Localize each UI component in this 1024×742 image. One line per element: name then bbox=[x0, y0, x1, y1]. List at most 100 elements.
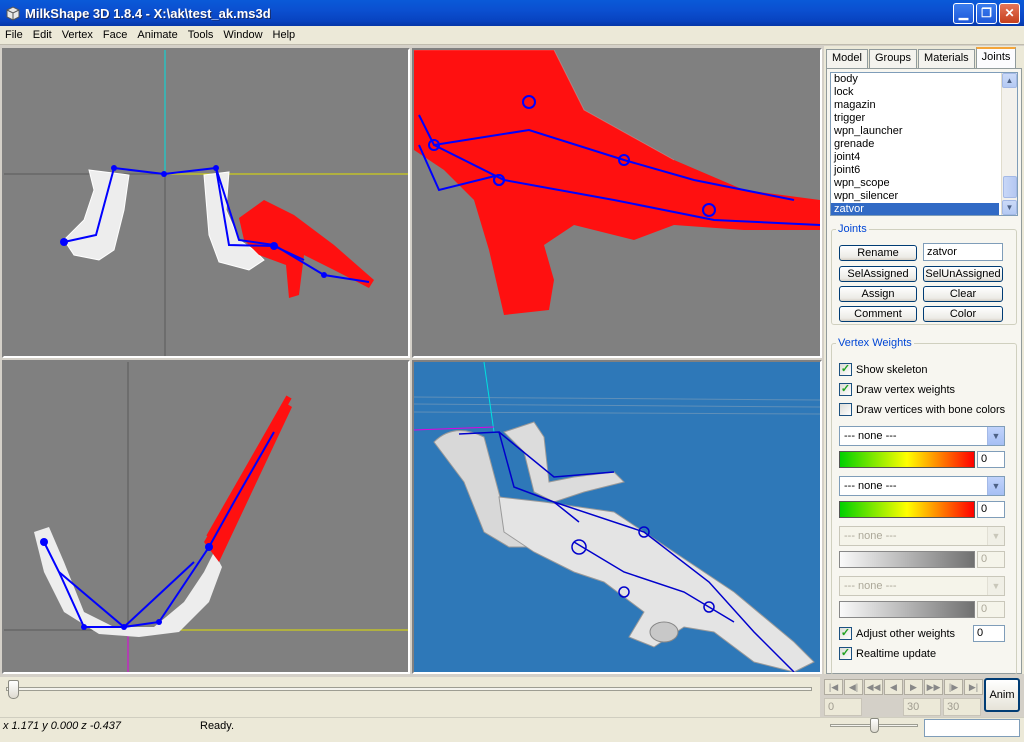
chevron-down-icon: ▼ bbox=[1005, 203, 1014, 212]
bone-select-2-value: --- none --- bbox=[844, 480, 897, 492]
joint-name-field[interactable]: zatvor bbox=[923, 243, 1003, 261]
last-frame-button[interactable]: ▶| bbox=[964, 679, 983, 695]
prev-keyframe-button[interactable]: ◀| bbox=[844, 679, 863, 695]
rename-button[interactable]: Rename bbox=[839, 245, 917, 261]
first-frame-button[interactable]: |◀ bbox=[824, 679, 843, 695]
viewport-front-canvas bbox=[4, 50, 408, 356]
menu-edit[interactable]: Edit bbox=[28, 29, 57, 41]
list-item[interactable]: joint4 bbox=[831, 151, 1017, 164]
show-skeleton-checkbox[interactable]: ✓ Show skeleton bbox=[839, 363, 928, 376]
realtime-update-checkbox[interactable]: ✓ Realtime update bbox=[839, 647, 936, 660]
step-forward-icon: |▶ bbox=[948, 681, 959, 692]
viewport-front[interactable] bbox=[2, 48, 410, 358]
viewport-3d[interactable] bbox=[412, 360, 822, 674]
viewport-top[interactable] bbox=[2, 360, 410, 674]
adjust-weights-value[interactable]: 0 bbox=[973, 625, 1005, 642]
forward-button[interactable]: ▶▶ bbox=[924, 679, 943, 695]
adjust-other-weights-checkbox[interactable]: ✓ Adjust other weights bbox=[839, 627, 955, 640]
checkmark-icon: ✓ bbox=[839, 627, 852, 640]
tab-groups[interactable]: Groups bbox=[868, 49, 918, 68]
color-button[interactable]: Color bbox=[923, 306, 1003, 322]
prev-frame-button[interactable]: ◀ bbox=[884, 679, 903, 695]
list-item[interactable]: wpn_scope bbox=[831, 177, 1017, 190]
list-item[interactable]: wpn_silencer bbox=[831, 190, 1017, 203]
list-item[interactable]: lock bbox=[831, 86, 1017, 99]
sel-unassigned-button[interactable]: SelUnAssigned bbox=[923, 266, 1003, 282]
list-item[interactable]: joint6 bbox=[831, 164, 1017, 177]
list-item[interactable]: trigger bbox=[831, 112, 1017, 125]
menu-help[interactable]: Help bbox=[268, 29, 301, 41]
weight-slider-2[interactable] bbox=[839, 501, 975, 518]
draw-bone-colors-label: Draw vertices with bone colors bbox=[856, 403, 1006, 416]
list-item[interactable]: magazin bbox=[831, 99, 1017, 112]
next-frame-button[interactable]: ▶ bbox=[904, 679, 923, 695]
draw-vertex-weights-label: Draw vertex weights bbox=[856, 383, 956, 396]
weight-value-2[interactable]: 0 bbox=[977, 501, 1005, 518]
menu-window[interactable]: Window bbox=[218, 29, 267, 41]
rewind-button[interactable]: ◀◀ bbox=[864, 679, 883, 695]
scroll-up-button[interactable]: ▲ bbox=[1002, 73, 1017, 88]
zoom-slider-thumb[interactable] bbox=[870, 718, 879, 733]
chevron-down-icon[interactable]: ▼ bbox=[987, 477, 1004, 495]
menu-face[interactable]: Face bbox=[98, 29, 132, 41]
status-input-field[interactable] bbox=[924, 719, 1020, 737]
menu-bar: File Edit Vertex Face Animate Tools Wind… bbox=[0, 26, 1024, 45]
menu-animate[interactable]: Animate bbox=[132, 29, 182, 41]
checkmark-icon: ✓ bbox=[839, 363, 852, 376]
chevron-up-icon: ▲ bbox=[1005, 76, 1014, 85]
current-frame-field[interactable]: 0 bbox=[824, 698, 862, 716]
milkshape-app-icon bbox=[6, 6, 20, 21]
joints-listbox[interactable]: body lock magazin trigger wpn_launcher g… bbox=[830, 72, 1018, 216]
fast-forward-icon: ▶▶ bbox=[926, 681, 941, 692]
anim-button[interactable]: Anim bbox=[984, 678, 1020, 712]
bone-select-2[interactable]: --- none --- ▼ bbox=[839, 476, 1005, 496]
timeline-track[interactable] bbox=[6, 687, 812, 691]
panel-tabs: Model Groups Materials Joints bbox=[826, 47, 1017, 68]
bone-select-1[interactable]: --- none --- ▼ bbox=[839, 426, 1005, 446]
clear-button[interactable]: Clear bbox=[923, 286, 1003, 302]
menu-vertex[interactable]: Vertex bbox=[57, 29, 98, 41]
minimize-button[interactable]: ▁ bbox=[953, 2, 974, 24]
bone-select-4: --- none --- ▼ bbox=[839, 576, 1005, 596]
scroll-down-button[interactable]: ▼ bbox=[1002, 200, 1017, 215]
draw-bone-colors-checkbox[interactable]: Draw vertices with bone colors bbox=[839, 403, 1005, 416]
restore-icon: ❐ bbox=[981, 6, 992, 20]
status-message: Ready. bbox=[200, 720, 235, 732]
skip-end-icon: ▶| bbox=[968, 681, 979, 692]
end-frame-field[interactable]: 30 bbox=[943, 698, 981, 716]
tab-model[interactable]: Model bbox=[826, 49, 868, 68]
list-item[interactable]: wpn_launcher bbox=[831, 125, 1017, 138]
chevron-down-icon[interactable]: ▼ bbox=[987, 427, 1004, 445]
list-item[interactable]: grenade bbox=[831, 138, 1017, 151]
animation-transport: |◀ ◀| ◀◀ ◀ ▶ ▶▶ |▶ ▶| bbox=[824, 679, 984, 695]
play-icon: ▶ bbox=[910, 681, 917, 692]
timeline-slider-thumb[interactable] bbox=[8, 680, 19, 699]
tab-materials[interactable]: Materials bbox=[918, 49, 975, 68]
play-back-icon: ◀ bbox=[890, 681, 897, 692]
assign-button[interactable]: Assign bbox=[839, 286, 917, 302]
bone-select-1-value: --- none --- bbox=[844, 430, 897, 442]
list-item[interactable]: body bbox=[831, 73, 1017, 86]
close-button[interactable]: ✕ bbox=[999, 2, 1020, 24]
scroll-thumb[interactable] bbox=[1003, 176, 1017, 198]
next-keyframe-button[interactable]: |▶ bbox=[944, 679, 963, 695]
joints-group-legend: Joints bbox=[838, 223, 867, 235]
sel-assigned-button[interactable]: SelAssigned bbox=[839, 266, 917, 282]
weight-value-1[interactable]: 0 bbox=[977, 451, 1005, 468]
draw-vertex-weights-checkbox[interactable]: ✓ Draw vertex weights bbox=[839, 383, 955, 396]
comment-button[interactable]: Comment bbox=[839, 306, 917, 322]
tab-joints[interactable]: Joints bbox=[975, 47, 1017, 68]
viewport-side[interactable] bbox=[412, 48, 822, 358]
restore-button[interactable]: ❐ bbox=[976, 2, 997, 24]
right-panel: Model Groups Materials Joints body lock … bbox=[824, 46, 1024, 675]
total-frames-field[interactable]: 30 bbox=[903, 698, 941, 716]
title-bar: MilkShape 3D 1.8.4 - X:\ak\test_ak.ms3d … bbox=[0, 0, 1024, 26]
menu-tools[interactable]: Tools bbox=[183, 29, 219, 41]
menu-file[interactable]: File bbox=[0, 29, 28, 41]
checkmark-icon: ✓ bbox=[839, 383, 852, 396]
checkbox-empty-icon bbox=[839, 403, 852, 416]
weight-slider-1[interactable] bbox=[839, 451, 975, 468]
step-back-icon: ◀| bbox=[848, 681, 859, 692]
list-item-selected[interactable]: zatvor bbox=[831, 203, 999, 215]
list-scrollbar[interactable]: ▲ ▼ bbox=[1001, 73, 1017, 215]
